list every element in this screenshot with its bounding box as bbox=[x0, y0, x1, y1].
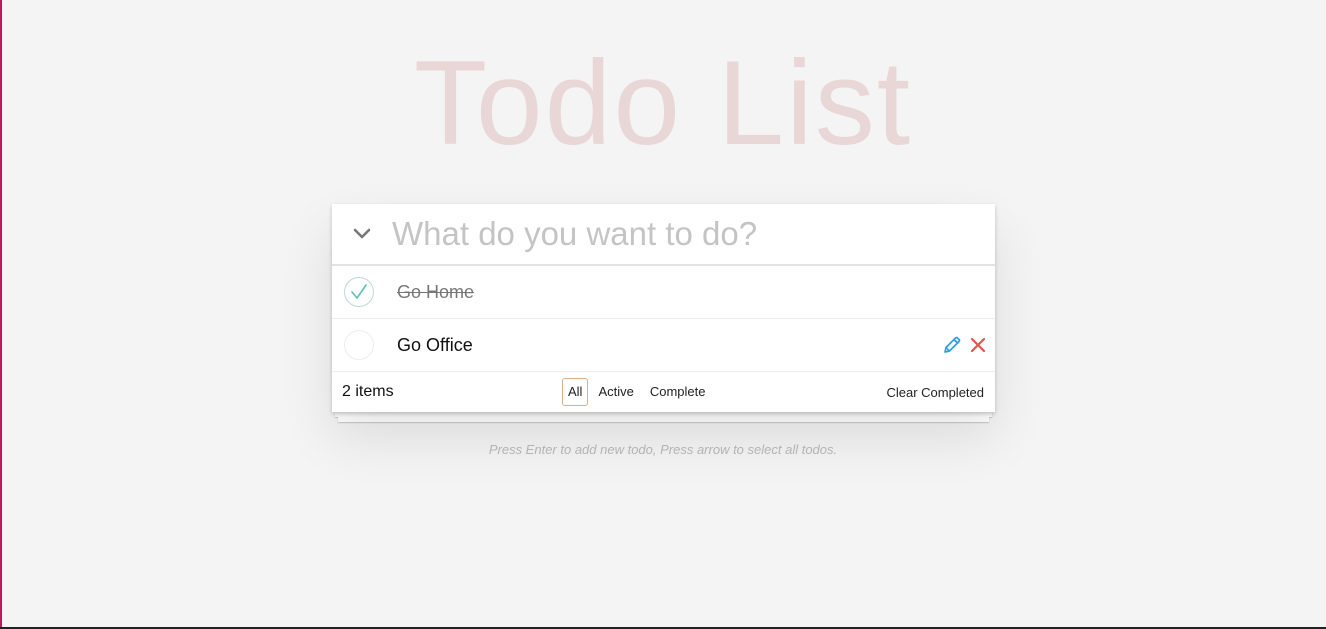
close-icon bbox=[970, 337, 986, 353]
checkmark-icon bbox=[351, 284, 367, 299]
filter-complete[interactable]: Complete bbox=[644, 378, 712, 406]
delete-button[interactable] bbox=[968, 335, 988, 355]
toggle-all-button[interactable] bbox=[332, 204, 392, 264]
todo-toggle-checkbox[interactable] bbox=[344, 330, 374, 360]
stack-shadow bbox=[332, 412, 995, 424]
filter-all[interactable]: All bbox=[562, 378, 589, 406]
pencil-icon bbox=[944, 336, 961, 353]
header bbox=[332, 204, 995, 266]
todo-label: Go Home bbox=[397, 281, 475, 302]
edit-button[interactable] bbox=[942, 335, 962, 355]
clear-completed-button[interactable]: Clear Completed bbox=[886, 385, 984, 400]
page-title: Todo List bbox=[413, 36, 913, 170]
stack-sheet-2 bbox=[338, 417, 989, 422]
todo-item: Go Office bbox=[332, 319, 995, 372]
todo-count: 2 items bbox=[342, 383, 394, 400]
chevron-down-icon bbox=[353, 228, 371, 239]
info-text: Press Enter to add new todo, Press arrow… bbox=[488, 442, 838, 457]
filter-active[interactable]: Active bbox=[592, 378, 639, 406]
todo-app: Go Home Go Office 2 items All Active Com… bbox=[332, 204, 995, 412]
todo-label: Go Office bbox=[397, 334, 473, 355]
todo-toggle-checkbox[interactable] bbox=[344, 277, 374, 307]
footer: 2 items All Active Complete Clear Comple… bbox=[332, 372, 995, 412]
new-todo-input[interactable] bbox=[392, 204, 995, 264]
todo-item: Go Home bbox=[332, 266, 995, 319]
filters: All Active Complete bbox=[562, 378, 712, 406]
